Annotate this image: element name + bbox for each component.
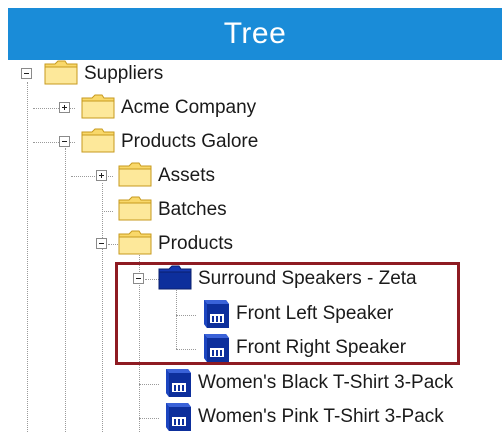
tree-node-womens-black-tshirt[interactable]: Women's Black T-Shirt 3-Pack <box>158 367 502 399</box>
tree-node-label: Acme Company <box>121 97 257 118</box>
folder-icon <box>81 94 115 119</box>
expand-toggle[interactable] <box>96 170 107 181</box>
folder-icon <box>81 128 115 153</box>
expand-toggle[interactable] <box>59 102 70 113</box>
tree-connector <box>27 82 28 432</box>
tree-view: Suppliers Acme Company Products Galore A… <box>0 0 502 432</box>
tree-node-acme-company[interactable]: Acme Company <box>81 92 281 124</box>
tree-connector <box>139 418 159 419</box>
tree-connector <box>102 183 103 432</box>
folder-icon <box>118 196 152 221</box>
highlight-box <box>115 262 460 365</box>
tree-connector <box>102 211 113 212</box>
tree-node-label: Assets <box>158 165 216 186</box>
tree-node-batches[interactable]: Batches <box>118 194 248 226</box>
product-cube-icon <box>166 369 191 397</box>
collapse-toggle[interactable] <box>21 68 32 79</box>
tree-node-label: Suppliers <box>84 63 164 84</box>
tree-node-suppliers[interactable]: Suppliers <box>44 58 194 90</box>
folder-icon <box>118 230 152 255</box>
tree-node-assets[interactable]: Assets <box>118 160 238 192</box>
tree-node-label: Batches <box>158 199 227 220</box>
tree-node-label: Products Galore <box>121 131 259 152</box>
tree-node-womens-pink-tshirt[interactable]: Women's Pink T-Shirt 3-Pack <box>158 401 502 432</box>
collapse-toggle[interactable] <box>96 238 107 249</box>
tree-node-label: Products <box>158 233 233 254</box>
tree-connector <box>139 384 159 385</box>
folder-icon <box>44 60 78 85</box>
tree-node-label: Women's Pink T-Shirt 3-Pack <box>198 406 444 427</box>
tree-node-label: Women's Black T-Shirt 3-Pack <box>198 372 454 393</box>
product-cube-icon <box>166 403 191 431</box>
tree-node-products[interactable]: Products <box>118 228 258 260</box>
folder-icon <box>118 162 152 187</box>
tree-connector <box>65 148 66 432</box>
tree-node-products-galore[interactable]: Products Galore <box>81 126 291 158</box>
collapse-toggle[interactable] <box>59 136 70 147</box>
